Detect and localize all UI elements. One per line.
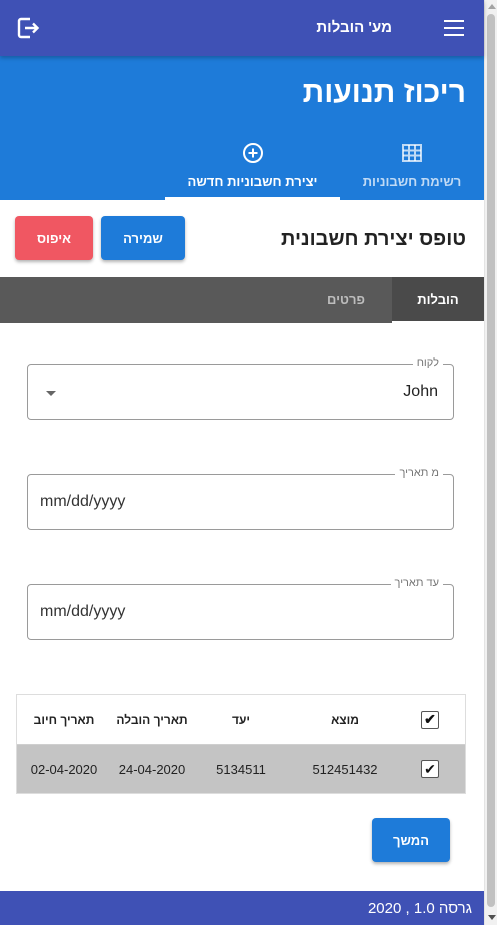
app-title: מע' הובלות — [316, 19, 392, 36]
to-date-field: עד תאריך — [27, 577, 454, 640]
scroll-down-icon[interactable] — [488, 915, 496, 920]
subtab-deliveries[interactable]: הובלות — [392, 277, 484, 323]
page-title: ריכוז תנועות — [302, 76, 466, 109]
tab-invoice-list[interactable]: רשימת חשבוניות — [340, 140, 484, 200]
table-header: ✔ מוצא יעד תאריך הובלה תאריך חיוב — [17, 695, 465, 745]
cell-delivery-date: 24-04-2020 — [118, 761, 186, 777]
row-checkbox[interactable]: ✔ — [421, 760, 439, 778]
column-header-origin: מוצא — [331, 712, 359, 727]
customer-value: John — [403, 383, 438, 400]
from-date-field: מ תאריך — [27, 467, 454, 530]
form-subtabs: הובלות פרטים — [0, 277, 484, 323]
menu-icon[interactable] — [444, 20, 464, 36]
to-date-input[interactable] — [40, 603, 340, 621]
subtab-label: פרטים — [327, 292, 365, 307]
top-app-bar: מע' הובלות — [0, 0, 484, 56]
tab-label: יצירת חשבוניות חדשה — [187, 174, 318, 189]
header-checkbox-cell: ✔ — [405, 695, 455, 744]
cell-charge-date: 02-04-2020 — [30, 761, 98, 777]
from-date-input[interactable] — [40, 493, 340, 511]
page-header: ריכוז תנועות רשימת חשבוניות יצירת חשבוני… — [0, 56, 484, 200]
subtab-label: הובלות — [417, 292, 459, 307]
active-subtab-indicator — [392, 321, 484, 323]
select-all-checkbox[interactable]: ✔ — [421, 710, 439, 729]
column-header-delivery-date: תאריך הובלה — [116, 712, 188, 727]
table-row[interactable]: ✔ 512451432 5134511 24-04-2020 02-04-202… — [17, 745, 465, 793]
cell-origin: 512451432 — [312, 761, 378, 777]
logout-icon[interactable] — [16, 16, 40, 40]
version-text: גרסה 1.0 , 2020 — [367, 900, 472, 917]
cell-destination: 5134511 — [216, 761, 266, 777]
column-header-charge-date: תאריך חיוב — [33, 712, 95, 727]
form-title: טופס יצירת חשבונית — [281, 228, 466, 250]
row-checkbox-cell: ✔ — [405, 745, 455, 793]
customer-label: לקוח — [412, 357, 443, 369]
add-circle-icon — [242, 143, 263, 163]
footer: גרסה 1.0 , 2020 — [0, 891, 484, 925]
tab-label: רשימת חשבוניות — [362, 174, 462, 189]
to-date-label: עד תאריך — [390, 577, 443, 589]
app-page: מע' הובלות ריכוז תנועות רשימת חשבוניות י… — [0, 0, 484, 925]
continue-button[interactable]: המשך — [372, 818, 450, 862]
dropdown-arrow-icon — [46, 391, 56, 396]
scroll-up-icon[interactable] — [488, 4, 496, 9]
deliveries-table: ✔ מוצא יעד תאריך הובלה תאריך חיוב ✔ 5124… — [16, 694, 466, 794]
scrollbar[interactable] — [484, 0, 497, 925]
customer-select[interactable]: לקוח John — [27, 357, 454, 420]
scrollbar-thumb[interactable] — [487, 14, 495, 907]
from-date-label: מ תאריך — [395, 467, 443, 479]
subtab-details[interactable]: פרטים — [300, 277, 392, 323]
column-header-destination: יעד — [231, 712, 251, 727]
reset-button[interactable]: איפוס — [15, 216, 93, 260]
save-button[interactable]: שמירה — [101, 216, 185, 260]
active-tab-indicator — [165, 197, 340, 200]
grid-icon — [402, 144, 422, 162]
tab-create-invoice[interactable]: יצירת חשבוניות חדשה — [165, 140, 340, 200]
